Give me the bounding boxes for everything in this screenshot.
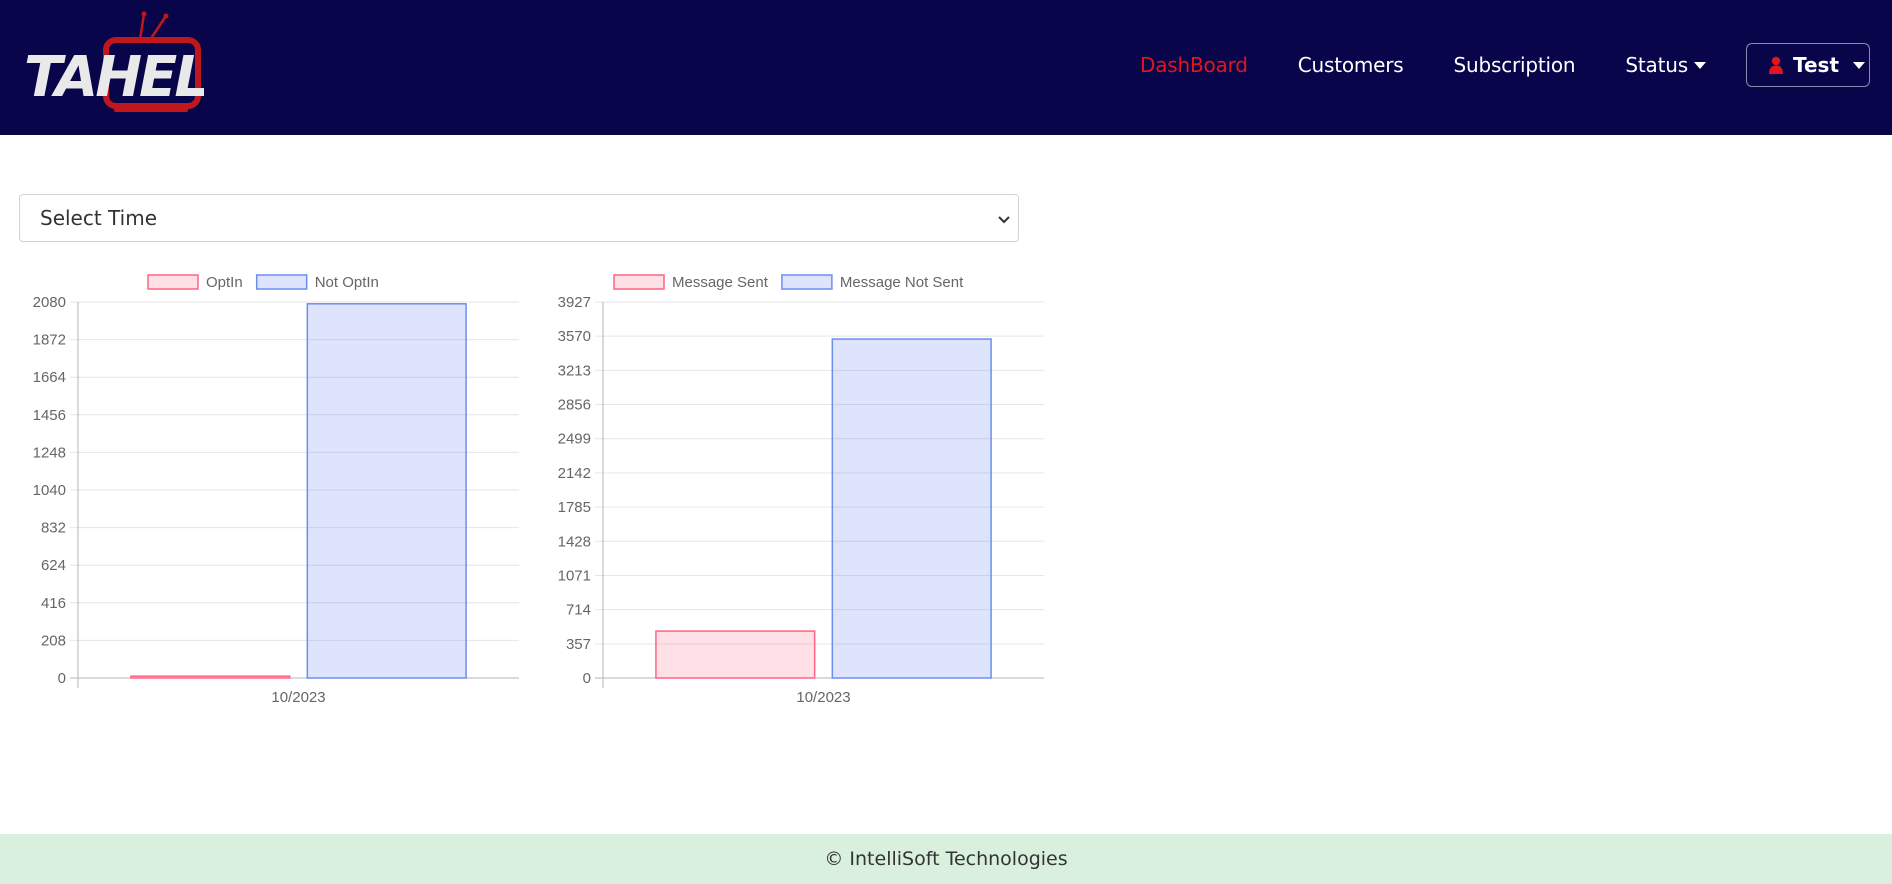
nav-dashboard[interactable]: DashBoard [1140, 53, 1248, 77]
y-tick-label: 1785 [558, 499, 591, 516]
tv-logo-icon: TAHELA [24, 11, 250, 112]
svg-text:TAHELA: TAHELA [24, 45, 204, 110]
nav-status[interactable]: Status [1625, 53, 1706, 77]
bar [306, 303, 467, 679]
y-tick-label: 3570 [558, 328, 591, 345]
legend-swatch [613, 274, 665, 290]
y-tick-label: 3927 [558, 294, 591, 311]
y-tick-label: 2080 [33, 294, 66, 311]
chevron-down-icon [1853, 61, 1866, 69]
top-navbar: TAHELA DashBoard Customers Subscription … [0, 0, 1892, 135]
y-tick-label: 3213 [558, 362, 591, 379]
copyright-text: © IntelliSoft Technologies [824, 848, 1068, 870]
y-tick-label: 357 [566, 636, 591, 653]
nav-subscription[interactable]: Subscription [1454, 53, 1576, 77]
x-tick-label: 10/2023 [271, 689, 325, 706]
user-icon [1769, 56, 1783, 74]
footer: © IntelliSoft Technologies [0, 834, 1892, 884]
y-tick-label: 0 [583, 670, 591, 687]
user-menu-button[interactable]: Test [1746, 43, 1870, 87]
y-tick-label: 1040 [33, 482, 66, 499]
time-select[interactable]: Select Time [19, 194, 1019, 242]
chevron-down-icon [998, 216, 1010, 224]
y-tick-label: 2499 [558, 431, 591, 448]
bar [130, 675, 291, 679]
y-tick-label: 1456 [33, 407, 66, 424]
y-tick-label: 1248 [33, 444, 66, 461]
y-tick-label: 1664 [33, 369, 66, 386]
y-tick-label: 832 [41, 520, 66, 537]
legend-swatch [255, 274, 308, 290]
brand-logo[interactable]: TAHELA [22, 10, 250, 114]
user-name: Test [1793, 53, 1840, 77]
time-select-value: Select Time [40, 206, 158, 230]
legend-label: Message Sent [672, 274, 769, 291]
legend-swatch [147, 274, 199, 290]
y-tick-label: 0 [58, 670, 66, 687]
y-tick-label: 1071 [558, 567, 591, 584]
legend-swatch [781, 274, 833, 290]
legend-label: Message Not Sent [840, 274, 964, 291]
y-tick-label: 1428 [558, 533, 591, 550]
y-tick-label: 2142 [558, 465, 591, 482]
y-tick-label: 714 [566, 602, 591, 619]
bar [655, 630, 816, 679]
y-tick-label: 208 [41, 632, 66, 649]
chevron-down-icon [1693, 62, 1706, 69]
nav-customers[interactable]: Customers [1298, 53, 1404, 77]
y-tick-label: 416 [41, 595, 66, 612]
y-tick-label: 2856 [558, 397, 591, 414]
legend-label: Not OptIn [315, 274, 379, 291]
x-tick-label: 10/2023 [796, 689, 850, 706]
nav-links: DashBoard Customers Subscription Status [1140, 0, 1756, 130]
y-tick-label: 624 [41, 557, 66, 574]
nav-status-label: Status [1625, 53, 1688, 77]
bar [831, 338, 992, 679]
legend-label: OptIn [206, 274, 243, 291]
y-tick-label: 1872 [33, 332, 66, 349]
